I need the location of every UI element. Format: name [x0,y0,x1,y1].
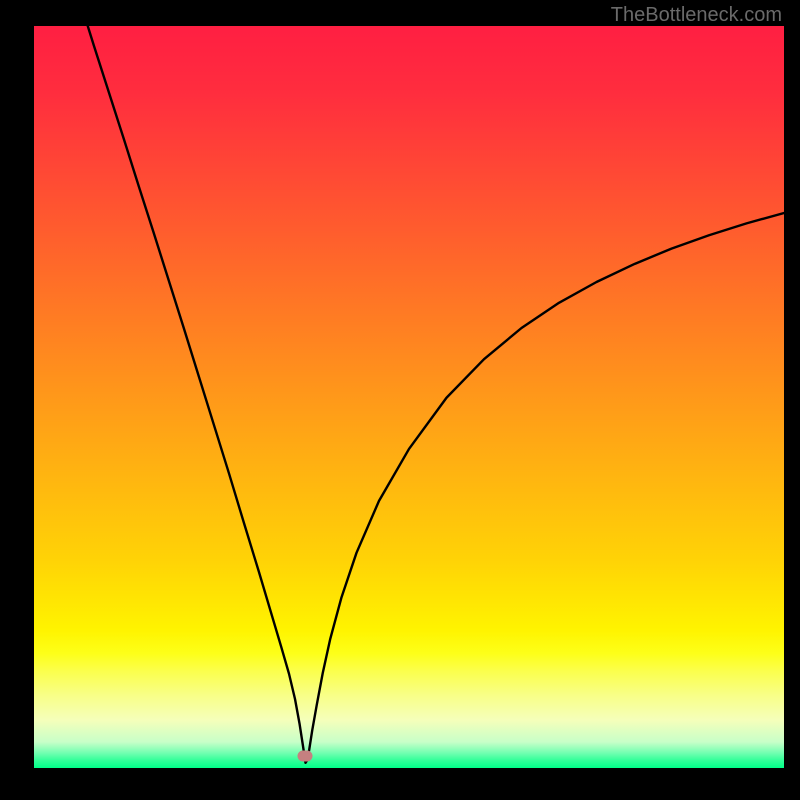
plot-frame [34,26,784,768]
plot-area [34,26,784,768]
watermark-text: TheBottleneck.com [611,4,782,27]
bottleneck-curve [34,26,784,768]
optimal-point-marker [298,751,313,762]
